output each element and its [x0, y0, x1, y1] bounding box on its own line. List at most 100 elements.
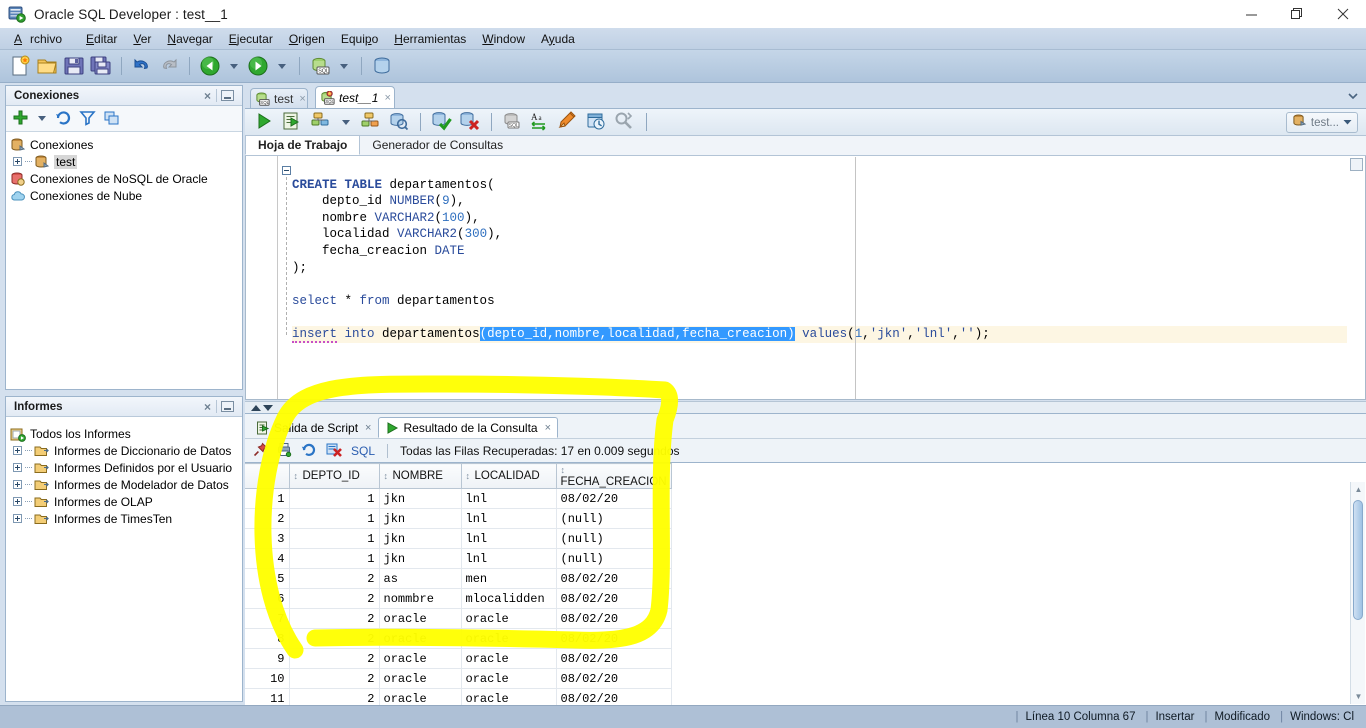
menu-window[interactable]: Window: [474, 30, 533, 48]
cell-localidad[interactable]: lnl: [461, 508, 557, 529]
subtab-hoja-de-trabajo[interactable]: Hoja de Trabajo: [245, 135, 361, 155]
cell-nombre[interactable]: jkn: [379, 508, 462, 529]
tab-scroll-icon[interactable]: [1346, 89, 1360, 103]
column-header-localidad[interactable]: ↕ LOCALIDAD: [461, 463, 557, 489]
add-connection-caret-icon[interactable]: [38, 116, 46, 121]
expand-icon[interactable]: [13, 463, 22, 472]
sort-icon[interactable]: ↕: [466, 471, 475, 481]
column-header-nombre[interactable]: ↕ NOMBRE: [379, 463, 462, 489]
connection-selector[interactable]: test...: [1285, 112, 1358, 133]
menu-ver[interactable]: Ver: [125, 30, 159, 48]
forward-dropdown-caret-icon[interactable]: [278, 63, 286, 69]
close-icon[interactable]: ×: [199, 89, 216, 103]
close-icon[interactable]: ×: [384, 92, 390, 104]
tree-item-conexiones[interactable]: Conexiones: [10, 136, 242, 153]
sort-icon[interactable]: ↕: [384, 471, 393, 481]
cell-depto-id[interactable]: 1: [289, 548, 380, 569]
autotrace-caret-icon[interactable]: [342, 119, 350, 125]
subtab-generador-de-consultas[interactable]: Generador de Consultas: [360, 135, 515, 155]
cell-localidad[interactable]: men: [461, 568, 557, 589]
results-grid-container[interactable]: ↕ DEPTO_ID ↕ NOMBRE ↕ LOCALIDAD ↕FECHA_CREA…: [245, 462, 1366, 709]
sql-dropdown-caret-icon[interactable]: [340, 63, 348, 69]
cell-localidad[interactable]: lnl: [461, 548, 557, 569]
cell-fecha-creacion[interactable]: 08/02/20: [556, 628, 672, 649]
cell-depto-id[interactable]: 1: [289, 508, 380, 529]
cell-nombre[interactable]: oracle: [379, 608, 462, 629]
cell-localidad[interactable]: lnl: [461, 528, 557, 549]
close-icon[interactable]: ×: [545, 422, 551, 434]
chevron-down-icon[interactable]: [1343, 117, 1352, 129]
menu-navegar[interactable]: Navegar: [159, 30, 220, 48]
cell-nombre[interactable]: jkn: [379, 548, 462, 569]
back-icon[interactable]: [198, 54, 222, 78]
menu-equipo[interactable]: Equipo: [333, 30, 386, 48]
new-file-icon[interactable]: [8, 54, 32, 78]
autotrace-icon[interactable]: [309, 110, 333, 134]
find-icon[interactable]: [613, 110, 637, 134]
unshared-worksheet-icon[interactable]: SQL: [501, 110, 525, 134]
cell-localidad[interactable]: mlocalidden: [461, 588, 557, 609]
close-icon[interactable]: ×: [199, 400, 216, 414]
cell-fecha-creacion[interactable]: 08/02/20: [556, 668, 672, 689]
pin-icon[interactable]: [253, 442, 268, 460]
cell-fecha-creacion[interactable]: 08/02/20: [556, 608, 672, 629]
tree-item-informes-modelador[interactable]: Informes de Modelador de Datos: [10, 476, 242, 493]
tree-item-nosql[interactable]: Conexiones de NoSQL de Oracle: [10, 170, 242, 187]
tab-resultado-de-la-consulta[interactable]: Resultado de la Consulta ×: [378, 417, 559, 438]
cell-fecha-creacion[interactable]: (null): [556, 508, 672, 529]
scrollbar-thumb[interactable]: [1353, 500, 1363, 620]
sql-code-content[interactable]: CREATE TABLE departamentos( depto_id NUM…: [292, 160, 1347, 397]
tree-item-nube[interactable]: Conexiones de Nube: [10, 187, 242, 204]
table-row[interactable]: 9 2 oracle oracle 08/02/20: [245, 648, 672, 669]
column-header-depto-id[interactable]: ↕ DEPTO_ID: [289, 463, 380, 489]
cell-localidad[interactable]: lnl: [461, 488, 557, 509]
cell-fecha-creacion[interactable]: (null): [556, 548, 672, 569]
cell-depto-id[interactable]: 2: [289, 628, 380, 649]
cell-nombre[interactable]: oracle: [379, 648, 462, 669]
tree-item-test-connection[interactable]: test: [10, 153, 242, 170]
table-row[interactable]: 10 2 oracle oracle 08/02/20: [245, 668, 672, 689]
close-icon[interactable]: ×: [299, 93, 305, 105]
cell-fecha-creacion[interactable]: 08/02/20: [556, 648, 672, 669]
sql-history-icon[interactable]: [387, 110, 411, 134]
commit-icon[interactable]: [430, 110, 454, 134]
redo-icon[interactable]: [157, 54, 181, 78]
cell-depto-id[interactable]: 1: [289, 528, 380, 549]
table-row[interactable]: 3 1 jkn lnl (null): [245, 528, 672, 549]
table-row[interactable]: 6 2 nommbre mlocalidden 08/02/20: [245, 588, 672, 609]
cell-depto-id[interactable]: 2: [289, 568, 380, 589]
clear-icon[interactable]: [557, 110, 581, 134]
menu-archivo[interactable]: Archivo: [6, 30, 78, 48]
tree-item-informes-timesten[interactable]: Informes de TimesTen: [10, 510, 242, 527]
code-fold-toggle-icon[interactable]: [282, 166, 291, 175]
rollback-icon[interactable]: [458, 110, 482, 134]
results-grid-scrollbar[interactable]: ▲ ▼: [1350, 482, 1365, 704]
sort-icon[interactable]: ↕: [561, 465, 570, 475]
tree-item-informes-olap[interactable]: Informes de OLAP: [10, 493, 242, 510]
menu-herramientas[interactable]: Herramientas: [386, 30, 474, 48]
minimize-panel-icon[interactable]: [221, 90, 234, 101]
scroll-up-arrow-icon[interactable]: ▲: [1351, 482, 1366, 497]
cancel-icon[interactable]: [326, 442, 342, 460]
run-script-icon[interactable]: [281, 110, 305, 134]
tree-item-informes-diccionario[interactable]: Informes de Diccionario de Datos: [10, 442, 242, 459]
cell-localidad[interactable]: oracle: [461, 668, 557, 689]
tree-item-informes-usuario[interactable]: Informes Definidos por el Usuario: [10, 459, 242, 476]
database-icon[interactable]: [370, 54, 394, 78]
cell-localidad[interactable]: oracle: [461, 648, 557, 669]
save-all-icon[interactable]: [89, 54, 113, 78]
scroll-down-arrow-icon[interactable]: ▼: [1351, 689, 1366, 704]
cell-localidad[interactable]: oracle: [461, 608, 557, 629]
run-statement-icon[interactable]: [253, 110, 277, 134]
expand-icon[interactable]: [13, 514, 22, 523]
column-header-fecha-creacion[interactable]: ↕FECHA_CREACION: [556, 463, 672, 489]
filter-icon[interactable]: [79, 109, 96, 129]
tab-test[interactable]: SQL test ×: [250, 88, 308, 108]
back-dropdown-caret-icon[interactable]: [230, 63, 238, 69]
cell-depto-id[interactable]: 1: [289, 488, 380, 509]
maximize-button[interactable]: [1274, 0, 1320, 28]
cell-nombre[interactable]: oracle: [379, 628, 462, 649]
expand-icon[interactable]: [13, 497, 22, 506]
menu-ejecutar[interactable]: Ejecutar: [221, 30, 281, 48]
table-row[interactable]: 7 2 oracle oracle 08/02/20: [245, 608, 672, 629]
